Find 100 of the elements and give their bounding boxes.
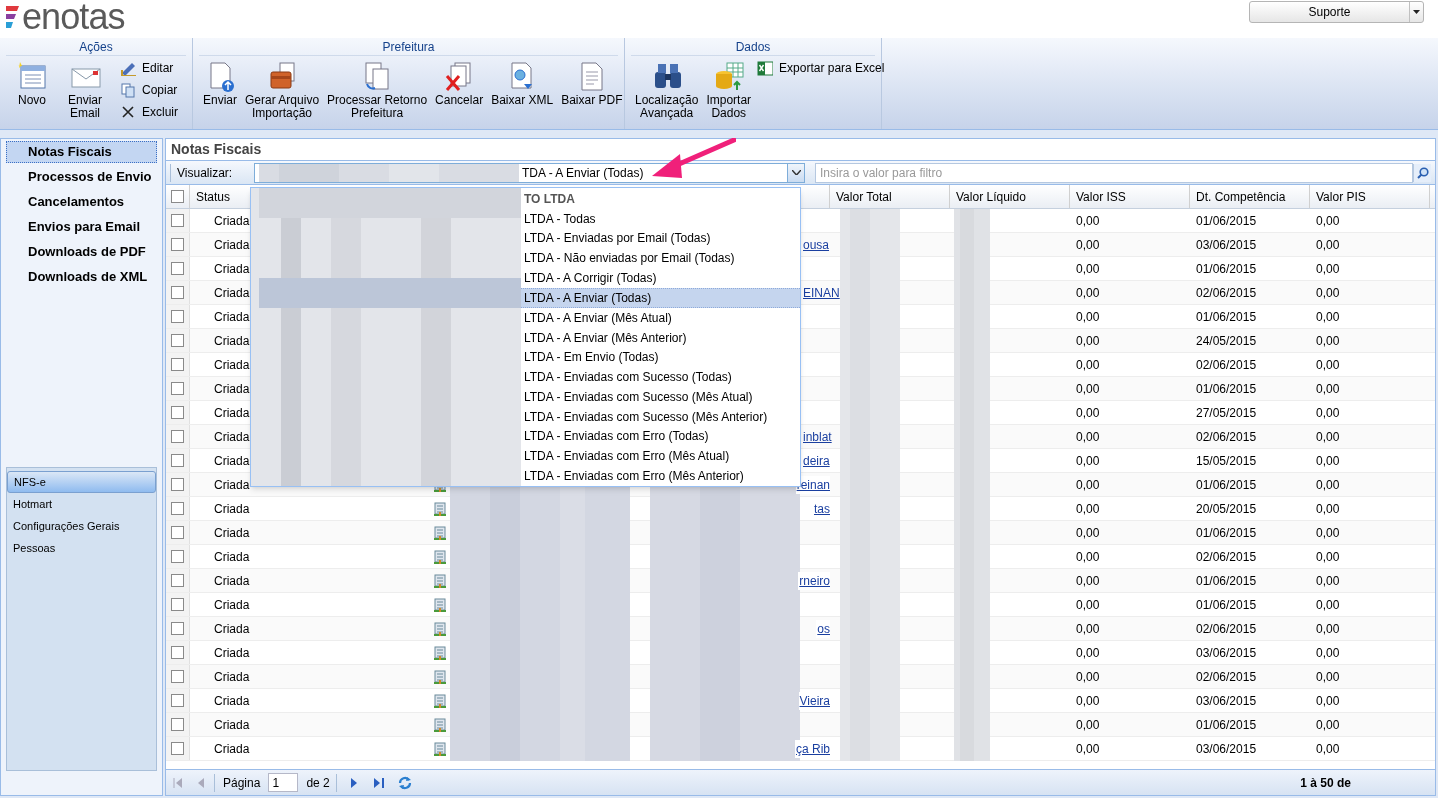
row-checkbox[interactable] bbox=[171, 382, 184, 395]
page-field[interactable]: 1 bbox=[268, 773, 299, 792]
column-header[interactable]: Valor PIS bbox=[1316, 187, 1366, 206]
row-checkbox[interactable] bbox=[171, 334, 184, 347]
row-checkbox[interactable] bbox=[171, 574, 184, 587]
row-checkbox[interactable] bbox=[171, 550, 184, 563]
select-all-checkbox[interactable] bbox=[171, 190, 184, 203]
column-header[interactable]: Valor Líquido bbox=[956, 187, 1026, 206]
date-cell: 02/06/2015 bbox=[1196, 621, 1257, 636]
row-checkbox[interactable] bbox=[171, 454, 184, 467]
dropdown-option[interactable]: LTDA - Enviadas por Email (Todas) bbox=[521, 228, 800, 249]
customer-link[interactable]: EINAN bbox=[803, 283, 840, 302]
row-checkbox[interactable] bbox=[171, 526, 184, 539]
sidebar-item[interactable]: Processos de Envio bbox=[6, 166, 157, 188]
module-item[interactable]: Pessoas bbox=[7, 537, 156, 559]
module-item[interactable]: Configurações Gerais bbox=[7, 515, 156, 537]
row-checkbox[interactable] bbox=[171, 718, 184, 731]
customer-link[interactable]: rneiro bbox=[798, 571, 830, 590]
dropdown-option[interactable]: LTDA - Enviadas com Sucesso (Todas) bbox=[521, 367, 800, 388]
row-checkbox[interactable] bbox=[171, 430, 184, 443]
dropdown-option[interactable]: LTDA - Em Envio (Todas) bbox=[521, 347, 800, 368]
status-cell: Criada bbox=[214, 429, 250, 444]
toolbar-button[interactable]: Novo bbox=[14, 60, 50, 107]
row-checkbox[interactable] bbox=[171, 502, 184, 515]
status-cell: Criada bbox=[214, 741, 250, 756]
pis-cell: 0,00 bbox=[1316, 333, 1340, 348]
toolbar-button[interactable]: Baixar XML bbox=[489, 60, 556, 107]
row-checkbox[interactable] bbox=[171, 358, 184, 371]
dropdown-option[interactable]: LTDA - A Enviar (Mês Anterior) bbox=[521, 327, 800, 348]
dropdown-option[interactable]: LTDA - Enviadas com Erro (Todas) bbox=[521, 426, 800, 447]
column-header[interactable]: Status bbox=[196, 187, 231, 206]
dropdown-option[interactable]: LTDA - Enviadas com Sucesso (Mês Atual) bbox=[521, 387, 800, 407]
customer-link[interactable]: ça Rib bbox=[795, 739, 830, 758]
row-checkbox[interactable] bbox=[171, 214, 184, 227]
toolbar-button[interactable]: Localização Avançada bbox=[633, 60, 701, 120]
status-cell: Criada bbox=[214, 309, 250, 324]
redacted-block bbox=[954, 736, 990, 761]
toolbar-button[interactable]: Enviar bbox=[201, 60, 239, 107]
sidebar-item[interactable]: Downloads de PDF bbox=[6, 241, 157, 263]
building-icon bbox=[433, 549, 447, 564]
sidebar-item[interactable]: Envios para Email bbox=[6, 216, 157, 238]
module-item[interactable]: NFS-e bbox=[7, 471, 156, 493]
row-checkbox[interactable] bbox=[171, 598, 184, 611]
row-checkbox[interactable] bbox=[171, 262, 184, 275]
row-checkbox[interactable] bbox=[171, 646, 184, 659]
date-cell: 01/06/2015 bbox=[1196, 261, 1257, 276]
iss-cell: 0,00 bbox=[1076, 597, 1100, 612]
column-header[interactable]: Valor Total bbox=[836, 187, 892, 206]
row-checkbox[interactable] bbox=[171, 310, 184, 323]
filter-field[interactable]: Insira o valor para filtro bbox=[815, 162, 1413, 183]
dropdown-option[interactable]: LTDA - Todas bbox=[521, 208, 800, 229]
support-button[interactable]: Suporte bbox=[1249, 1, 1424, 23]
search-button[interactable] bbox=[1413, 163, 1431, 182]
sidebar-item[interactable]: Cancelamentos bbox=[6, 191, 157, 213]
row-checkbox[interactable] bbox=[171, 742, 184, 755]
pis-cell: 0,00 bbox=[1316, 213, 1340, 228]
module-item[interactable]: Hotmart bbox=[7, 493, 156, 515]
toolbar-button[interactable]: Enviar Email bbox=[65, 60, 104, 120]
view-label: Visualizar: bbox=[170, 163, 250, 182]
toolbar-button[interactable]: Processar Retorno Prefeitura bbox=[325, 60, 430, 120]
status-cell: Criada bbox=[214, 573, 250, 588]
view-combobox[interactable]: TDA - A Enviar (Todas) bbox=[254, 162, 805, 183]
date-cell: 02/06/2015 bbox=[1196, 357, 1257, 372]
dropdown-option[interactable]: LTDA - Não enviadas por Email (Todas) bbox=[521, 248, 800, 269]
customer-link[interactable]: deira bbox=[803, 451, 830, 470]
sidebar-item[interactable]: Downloads de XML bbox=[6, 266, 157, 288]
row-checkbox[interactable] bbox=[171, 478, 184, 491]
redacted-block bbox=[954, 209, 990, 233]
row-checkbox[interactable] bbox=[171, 694, 184, 707]
dropdown-option[interactable]: LTDA - Enviadas com Erro (Mês Atual) bbox=[521, 446, 800, 467]
column-header[interactable]: Valor ISS bbox=[1076, 187, 1126, 206]
toolbar-button[interactable]: Excluir bbox=[119, 104, 178, 120]
date-cell: 03/06/2015 bbox=[1196, 693, 1257, 708]
date-cell: 02/06/2015 bbox=[1196, 669, 1257, 684]
toolbar-button[interactable]: Importar Dados bbox=[704, 60, 754, 120]
row-checkbox[interactable] bbox=[171, 238, 184, 251]
row-checkbox[interactable] bbox=[171, 406, 184, 419]
dropdown-option[interactable]: LTDA - A Enviar (Mês Atual) bbox=[521, 307, 800, 328]
toolbar-button[interactable]: Exportar para Excel bbox=[757, 60, 885, 76]
customer-link[interactable]: os bbox=[816, 619, 830, 638]
date-cell: 15/05/2015 bbox=[1196, 453, 1257, 468]
column-header[interactable]: Dt. Competência bbox=[1196, 187, 1286, 206]
customer-link[interactable]: Vieira bbox=[798, 691, 830, 710]
toolbar-button[interactable]: Gerar Arquivo Importação bbox=[243, 60, 322, 120]
dropdown-option[interactable]: LTDA - A Enviar (Todas) bbox=[521, 287, 800, 308]
toolbar-button[interactable]: Editar bbox=[119, 60, 178, 76]
customer-link[interactable]: inblat bbox=[803, 427, 832, 446]
row-checkbox[interactable] bbox=[171, 622, 184, 635]
sidebar-item[interactable]: Notas Fiscais bbox=[6, 141, 157, 163]
dropdown-option[interactable]: LTDA - Enviadas com Sucesso (Mês Anterior) bbox=[521, 406, 800, 427]
row-checkbox[interactable] bbox=[171, 670, 184, 683]
status-cell: Criada bbox=[214, 405, 250, 420]
pis-cell: 0,00 bbox=[1316, 573, 1340, 588]
row-checkbox[interactable] bbox=[171, 286, 184, 299]
customer-link[interactable]: ousa bbox=[803, 235, 830, 254]
dropdown-option[interactable]: LTDA - A Corrigir (Todas) bbox=[521, 268, 800, 288]
toolbar-button[interactable]: Cancelar bbox=[433, 60, 486, 107]
status-cell: Criada bbox=[214, 621, 250, 636]
toolbar-button[interactable]: Copiar bbox=[119, 82, 178, 98]
toolbar-button[interactable]: Baixar PDF bbox=[559, 60, 625, 107]
